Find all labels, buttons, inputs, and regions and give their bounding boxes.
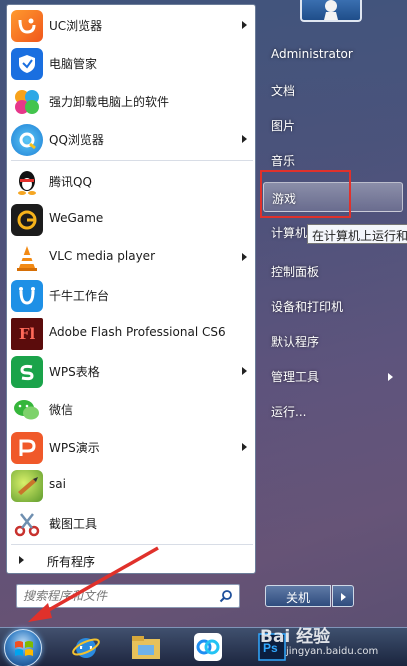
program-label: 千牛工作台 — [49, 289, 110, 303]
wechat-icon — [11, 394, 43, 426]
triangle-right-icon — [341, 593, 346, 601]
start-menu: UC浏览器 电脑管家 强力卸载电脑上的软件 QQ浏览器 腾讯QQ WeGame … — [0, 0, 407, 627]
program-item-vlc[interactable]: VLC media player — [7, 239, 255, 277]
program-label: 截图工具 — [49, 517, 98, 531]
program-item-qq-browser[interactable]: QQ浏览器 — [7, 121, 255, 159]
wps-presentation-icon — [11, 432, 43, 464]
program-label: VLC media player — [49, 249, 156, 263]
right-item-label: Administrator — [271, 47, 353, 61]
program-label: 微信 — [49, 403, 74, 417]
submenu-arrow-icon — [242, 367, 247, 375]
submenu-arrow-icon — [242, 135, 247, 143]
right-item-label: 控制面板 — [271, 265, 320, 279]
snipping-tool-icon — [11, 508, 43, 540]
right-item-label: 默认程序 — [271, 335, 320, 349]
submenu-arrow-icon — [242, 253, 247, 261]
program-item-wechat[interactable]: 微信 — [7, 391, 255, 429]
right-item-control-panel[interactable]: 控制面板 — [263, 256, 403, 286]
program-item-sai[interactable]: sai — [7, 467, 255, 505]
program-item-wps-presentation[interactable]: WPS演示 — [7, 429, 255, 467]
program-item-uc-browser[interactable]: UC浏览器 — [7, 7, 255, 45]
wegame-icon — [11, 204, 43, 236]
program-label: WPS演示 — [49, 441, 100, 455]
right-item-label: 计算机 — [271, 226, 308, 240]
right-item-label: 管理工具 — [271, 370, 320, 384]
shutdown-button[interactable]: 关机 — [265, 585, 331, 607]
submenu-arrow-icon — [388, 373, 393, 381]
programs-pane: UC浏览器 电脑管家 强力卸载电脑上的软件 QQ浏览器 腾讯QQ WeGame … — [6, 4, 256, 574]
program-item-wps-spreadsheet[interactable]: WPS表格 — [7, 353, 255, 391]
search-icon[interactable] — [219, 589, 233, 603]
qianniu-icon — [11, 280, 43, 312]
file-explorer-icon[interactable] — [128, 630, 164, 664]
all-programs-label: 所有程序 — [47, 555, 96, 569]
right-item-devices-printers[interactable]: 设备和打印机 — [263, 291, 403, 321]
internet-explorer-icon[interactable] — [68, 630, 104, 664]
user-picture[interactable] — [300, 0, 362, 22]
sai-icon — [11, 470, 43, 502]
submenu-arrow-icon — [242, 443, 247, 451]
program-label: Adobe Flash Professional CS6 — [49, 325, 226, 339]
wps-spreadsheet-icon — [11, 356, 43, 388]
program-label: WPS表格 — [49, 365, 100, 379]
vlc-cone-icon — [11, 242, 43, 274]
program-label: UC浏览器 — [49, 19, 103, 33]
right-item-label: 设备和打印机 — [271, 300, 344, 314]
triangle-right-icon — [19, 556, 24, 564]
watermark-url: jingyan.baidu.com — [286, 646, 379, 657]
right-item-pictures[interactable]: 图片 — [263, 110, 403, 140]
program-label: 电脑管家 — [49, 57, 98, 71]
shutdown-label: 关机 — [286, 591, 311, 605]
uninstaller-icon — [11, 86, 43, 118]
pc-manager-icon — [11, 48, 43, 80]
right-item-default-programs[interactable]: 默认程序 — [263, 326, 403, 356]
right-item-run[interactable]: 运行... — [263, 396, 403, 426]
right-item-label: 图片 — [271, 119, 296, 133]
program-item-qq[interactable]: 腾讯QQ — [7, 163, 255, 201]
program-item-uninstaller[interactable]: 强力卸载电脑上的软件 — [7, 83, 255, 121]
qq-penguin-icon — [11, 166, 43, 198]
search-box[interactable] — [16, 584, 240, 608]
program-item-wegame[interactable]: WeGame — [7, 201, 255, 239]
program-item-snipping-tool[interactable]: 截图工具 — [7, 505, 255, 543]
program-item-flash[interactable]: Fl Adobe Flash Professional CS6 — [7, 315, 255, 353]
right-item-documents[interactable]: 文档 — [263, 75, 403, 105]
right-item-label: 音乐 — [271, 154, 296, 168]
uc-browser-icon — [11, 10, 43, 42]
baidu-netdisk-icon[interactable] — [190, 630, 226, 664]
search-input[interactable] — [23, 588, 213, 604]
program-label: sai — [49, 477, 66, 491]
program-label: 腾讯QQ — [49, 175, 92, 189]
highlight-box — [260, 170, 351, 218]
start-orb-icon[interactable] — [4, 629, 42, 666]
submenu-arrow-icon — [242, 21, 247, 29]
program-label: 强力卸载电脑上的软件 — [49, 95, 170, 109]
right-item-admin-tools[interactable]: 管理工具 — [263, 361, 403, 391]
right-item-label: 文档 — [271, 84, 296, 98]
program-label: QQ浏览器 — [49, 133, 104, 147]
separator — [11, 160, 253, 161]
program-item-qianniu[interactable]: 千牛工作台 — [7, 277, 255, 315]
all-programs-button[interactable]: 所有程序 — [7, 545, 255, 573]
watermark-logo: Bai 经验 — [260, 627, 331, 647]
tooltip: 在计算机上运行和 — [307, 224, 407, 244]
right-item-administrator[interactable]: Administrator — [263, 40, 403, 70]
right-item-label: 运行... — [271, 405, 307, 419]
program-item-pc-manager[interactable]: 电脑管家 — [7, 45, 255, 83]
flash-icon: Fl — [11, 318, 43, 350]
qq-browser-icon — [11, 124, 43, 156]
shutdown-options-button[interactable] — [332, 585, 354, 607]
program-label: WeGame — [49, 211, 104, 225]
